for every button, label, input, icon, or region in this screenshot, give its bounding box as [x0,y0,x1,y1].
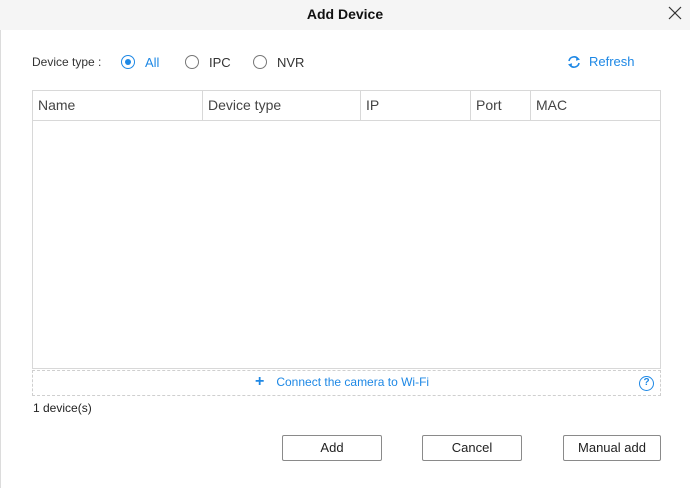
radio-all[interactable]: All [121,54,159,70]
refresh-icon [568,55,580,68]
radio-ipc[interactable]: IPC [185,54,231,70]
connect-wifi-bar: + Connect the camera to Wi-Fi ? [32,370,661,396]
refresh-label[interactable]: Refresh [589,54,635,69]
column-header-device-type[interactable]: Device type [203,91,361,120]
radio-ipc-label[interactable]: IPC [209,55,231,70]
radio-all-indicator[interactable] [121,55,135,69]
radio-all-label[interactable]: All [145,55,159,70]
radio-nvr[interactable]: NVR [253,54,304,70]
column-header-ip[interactable]: IP [361,91,471,120]
add-button[interactable]: Add [282,435,382,461]
connect-wifi-link[interactable]: + Connect the camera to Wi-Fi [255,373,429,390]
plus-icon: + [255,373,265,390]
table-header: Name Device type IP Port MAC [33,91,660,121]
column-header-mac[interactable]: MAC [531,91,660,120]
refresh-button[interactable]: Refresh [566,54,635,69]
manual-add-button[interactable]: Manual add [563,435,661,461]
column-header-name[interactable]: Name [33,91,203,120]
cancel-button[interactable]: Cancel [422,435,522,461]
dialog-border [0,30,1,488]
radio-nvr-label[interactable]: NVR [277,55,304,70]
radio-ipc-indicator[interactable] [185,55,199,69]
title-bar: Add Device [0,0,690,30]
close-icon[interactable] [668,6,682,20]
connect-wifi-label[interactable]: Connect the camera to Wi-Fi [276,375,429,389]
device-type-label: Device type : [32,55,102,69]
dialog-title: Add Device [306,6,384,22]
device-count: 1 device(s) [33,401,92,415]
column-header-port[interactable]: Port [471,91,531,120]
help-icon[interactable]: ? [639,376,654,391]
device-table: Name Device type IP Port MAC [32,90,661,369]
radio-nvr-indicator[interactable] [253,55,267,69]
